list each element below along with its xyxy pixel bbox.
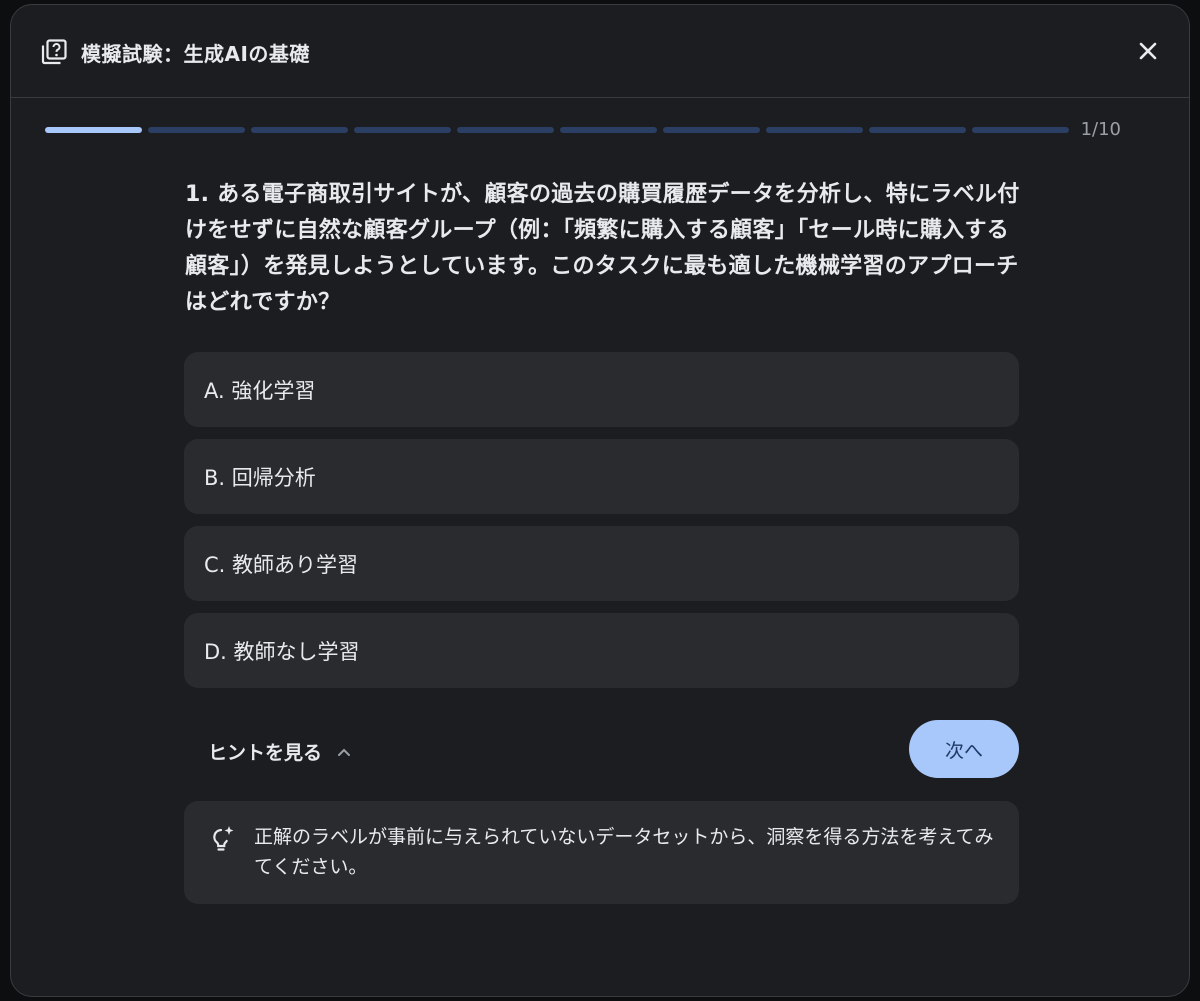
progress-segment — [45, 127, 142, 133]
progress-segment — [148, 127, 245, 133]
hint-text: 正解のラベルが事前に与えられていないデータセットから、洞察を得る方法を考えてみて… — [254, 826, 994, 878]
progress-segment — [354, 127, 451, 133]
option-label: A. 強化学習 — [204, 378, 316, 403]
dialog-title: 模擬試験：生成AIの基礎 — [81, 42, 310, 66]
hint-toggle-button[interactable]: ヒントを見る — [208, 738, 352, 765]
progress-segment — [560, 127, 657, 133]
question-text: 1. ある電子商取引サイトが、顧客の過去の購買履歴データを分析し、特にラベル付け… — [185, 182, 1020, 315]
next-button[interactable]: 次へ — [909, 720, 1019, 778]
chevron-up-icon — [338, 748, 351, 756]
dialog-header: 模擬試験：生成AIの基礎 — [11, 5, 1189, 98]
answer-options: A. 強化学習 B. 回帰分析 C. 教師あり学習 D. 教師なし学習 — [184, 352, 1019, 700]
progress-segment — [766, 127, 863, 133]
progress-segment — [869, 127, 966, 133]
quiz-icon — [41, 39, 67, 65]
option-b[interactable]: B. 回帰分析 — [184, 439, 1019, 514]
hint-toggle-label: ヒントを見る — [208, 742, 323, 764]
hint-panel: 正解のラベルが事前に与えられていないデータセットから、洞察を得る方法を考えてみて… — [184, 801, 1019, 904]
progress-segment — [457, 127, 554, 133]
option-label: C. 教師あり学習 — [204, 552, 359, 577]
progress-segment — [663, 127, 760, 133]
option-d[interactable]: D. 教師なし学習 — [184, 613, 1019, 688]
option-label: D. 教師なし学習 — [204, 639, 360, 664]
lightbulb-sparkle-icon — [213, 826, 234, 851]
option-a[interactable]: A. 強化学習 — [184, 352, 1019, 427]
next-button-label: 次へ — [944, 739, 983, 762]
quiz-dialog: 模擬試験：生成AIの基礎 1/10 1. ある電子商取引サイトが、顧客の過去の購… — [10, 4, 1190, 997]
option-label: B. 回帰分析 — [204, 465, 316, 490]
progress-bar — [45, 127, 1069, 133]
close-icon[interactable] — [1135, 38, 1161, 64]
progress-counter: 1/10 — [1080, 119, 1121, 140]
progress-segment — [972, 127, 1069, 133]
option-c[interactable]: C. 教師あり学習 — [184, 526, 1019, 601]
progress-segment — [251, 127, 348, 133]
